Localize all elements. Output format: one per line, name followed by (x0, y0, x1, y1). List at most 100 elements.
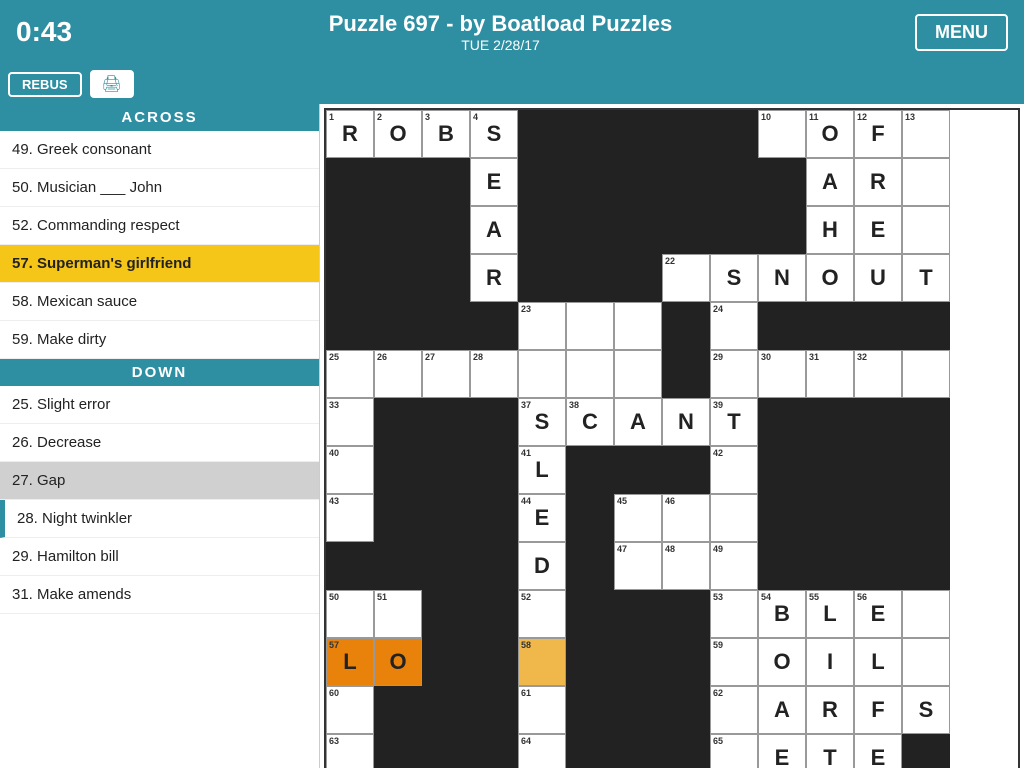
grid-cell-1-9[interactable] (710, 110, 758, 158)
grid-cell-3-4[interactable]: A (470, 206, 518, 254)
grid-cell-3-12[interactable]: E (854, 206, 902, 254)
grid-cell-8-6[interactable] (566, 446, 614, 494)
grid-cell-11-1[interactable]: 50 (326, 590, 374, 638)
print-button[interactable]: 🖨 (90, 70, 134, 98)
grid-cell-9-10[interactable] (758, 494, 806, 542)
grid-cell-14-4[interactable] (470, 734, 518, 768)
grid-cell-6-6[interactable] (566, 350, 614, 398)
grid-cell-7-10[interactable] (758, 398, 806, 446)
grid-cell-1-11[interactable]: 11O (806, 110, 854, 158)
clue-item-31[interactable]: 31. Make amends (0, 576, 319, 614)
grid-cell-11-5[interactable]: 52 (518, 590, 566, 638)
grid-cell-4-5[interactable] (518, 254, 566, 302)
grid-cell-2-3[interactable] (422, 158, 470, 206)
grid-cell-7-9[interactable]: 39T (710, 398, 758, 446)
grid-cell-4-11[interactable]: O (806, 254, 854, 302)
grid-cell-5-6[interactable] (566, 302, 614, 350)
grid-cell-7-12[interactable] (854, 398, 902, 446)
grid-cell-2-7[interactable] (614, 158, 662, 206)
menu-button[interactable]: MENU (915, 14, 1008, 51)
grid-cell-8-13[interactable] (902, 446, 950, 494)
grid-cell-4-1[interactable] (326, 254, 374, 302)
clue-item-25[interactable]: 25. Slight error (0, 386, 319, 424)
grid-cell-3-5[interactable] (518, 206, 566, 254)
grid-cell-11-6[interactable] (566, 590, 614, 638)
grid-cell-13-10[interactable]: A (758, 686, 806, 734)
grid-cell-10-12[interactable] (854, 542, 902, 590)
grid-cell-9-8[interactable]: 46 (662, 494, 710, 542)
grid-cell-11-12[interactable]: 56E (854, 590, 902, 638)
grid-cell-8-3[interactable] (422, 446, 470, 494)
grid-cell-6-9[interactable]: 29 (710, 350, 758, 398)
grid-cell-10-7[interactable]: 47 (614, 542, 662, 590)
clue-item-59[interactable]: 59. Make dirty (0, 321, 319, 359)
grid-cell-10-6[interactable] (566, 542, 614, 590)
grid-cell-5-4[interactable] (470, 302, 518, 350)
grid-cell-1-2[interactable]: 2O (374, 110, 422, 158)
grid-cell-9-2[interactable] (374, 494, 422, 542)
grid-cell-14-9[interactable]: 65 (710, 734, 758, 768)
grid-cell-3-9[interactable] (710, 206, 758, 254)
grid-cell-1-1[interactable]: 1R (326, 110, 374, 158)
grid-cell-9-4[interactable] (470, 494, 518, 542)
grid-cell-10-4[interactable] (470, 542, 518, 590)
grid-cell-11-13[interactable] (902, 590, 950, 638)
grid-cell-12-7[interactable] (614, 638, 662, 686)
grid-cell-13-2[interactable] (374, 686, 422, 734)
grid-cell-4-6[interactable] (566, 254, 614, 302)
grid-cell-11-3[interactable] (422, 590, 470, 638)
grid-cell-8-9[interactable]: 42 (710, 446, 758, 494)
grid-cell-7-4[interactable] (470, 398, 518, 446)
grid-cell-12-11[interactable]: I (806, 638, 854, 686)
grid-cell-4-7[interactable] (614, 254, 662, 302)
grid-cell-12-9[interactable]: 59 (710, 638, 758, 686)
grid-cell-9-1[interactable]: 43 (326, 494, 374, 542)
grid-cell-9-11[interactable] (806, 494, 854, 542)
grid-cell-3-10[interactable] (758, 206, 806, 254)
grid-cell-8-8[interactable] (662, 446, 710, 494)
grid-cell-7-3[interactable] (422, 398, 470, 446)
grid-cell-7-1[interactable]: 33 (326, 398, 374, 446)
grid-cell-8-5[interactable]: 41L (518, 446, 566, 494)
grid-cell-14-8[interactable] (662, 734, 710, 768)
grid-cell-5-1[interactable] (326, 302, 374, 350)
grid-cell-10-10[interactable] (758, 542, 806, 590)
grid-cell-13-6[interactable] (566, 686, 614, 734)
grid-cell-8-11[interactable] (806, 446, 854, 494)
grid-cell-7-6[interactable]: 38C (566, 398, 614, 446)
grid-cell-9-12[interactable] (854, 494, 902, 542)
grid-cell-14-12[interactable]: E (854, 734, 902, 768)
grid-cell-5-10[interactable] (758, 302, 806, 350)
grid-cell-13-12[interactable]: F (854, 686, 902, 734)
grid-cell-3-3[interactable] (422, 206, 470, 254)
grid-cell-3-2[interactable] (374, 206, 422, 254)
grid-cell-1-4[interactable]: 4S (470, 110, 518, 158)
grid-cell-1-6[interactable] (566, 110, 614, 158)
clue-item-28[interactable]: 28. Night twinkler (0, 500, 319, 538)
grid-cell-2-8[interactable] (662, 158, 710, 206)
grid-cell-2-9[interactable] (710, 158, 758, 206)
grid-cell-12-8[interactable] (662, 638, 710, 686)
grid-cell-7-2[interactable] (374, 398, 422, 446)
grid-cell-7-5[interactable]: 37S (518, 398, 566, 446)
grid-cell-9-13[interactable] (902, 494, 950, 542)
grid-cell-13-11[interactable]: R (806, 686, 854, 734)
grid-cell-13-4[interactable] (470, 686, 518, 734)
grid-cell-6-5[interactable] (518, 350, 566, 398)
grid-cell-14-1[interactable]: 63 (326, 734, 374, 768)
grid-cell-3-13[interactable] (902, 206, 950, 254)
grid-cell-8-2[interactable] (374, 446, 422, 494)
grid-cell-4-8[interactable]: 22 (662, 254, 710, 302)
grid-cell-1-3[interactable]: 3B (422, 110, 470, 158)
clue-item-49[interactable]: 49. Greek consonant (0, 131, 319, 169)
rebus-button[interactable]: REBUS (8, 72, 82, 97)
grid-cell-12-4[interactable] (470, 638, 518, 686)
grid-cell-6-7[interactable] (614, 350, 662, 398)
grid-cell-3-7[interactable] (614, 206, 662, 254)
grid-cell-5-9[interactable]: 24 (710, 302, 758, 350)
grid-cell-11-9[interactable]: 53 (710, 590, 758, 638)
grid-cell-10-1[interactable] (326, 542, 374, 590)
grid-cell-4-2[interactable] (374, 254, 422, 302)
grid-cell-5-2[interactable] (374, 302, 422, 350)
grid-cell-12-3[interactable] (422, 638, 470, 686)
